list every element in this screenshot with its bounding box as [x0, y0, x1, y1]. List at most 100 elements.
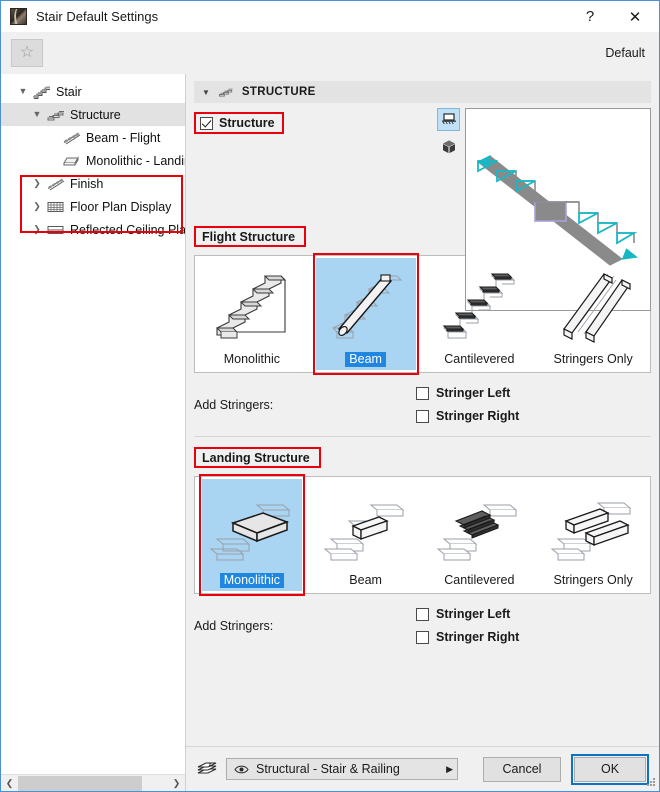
- option-label: Monolithic: [219, 573, 285, 588]
- favorites-bar: ☆ Default: [1, 32, 659, 74]
- landing-option-monolithic[interactable]: Monolithic: [195, 474, 309, 596]
- sidebar-item-label: Beam - Flight: [86, 130, 161, 145]
- monolithic-landing-icon: [207, 483, 297, 573]
- stair-default-settings-dialog: Stair Default Settings ? ✕ ☆ Default ▼ S…: [0, 0, 660, 792]
- structure-toggle-annotation: Structure: [194, 112, 284, 134]
- landing-stringer-right[interactable]: Stringer Right: [409, 630, 519, 644]
- structure-checkbox[interactable]: [200, 116, 213, 130]
- flight-option-stringers-only[interactable]: Stringers Only: [536, 256, 650, 372]
- preset-name-label: Default: [605, 46, 645, 60]
- sidebar-item-label: Stair: [56, 84, 82, 99]
- ok-button-focus-ring: OK: [571, 753, 649, 785]
- resize-grip[interactable]: [646, 778, 656, 788]
- flight-stringer-right-label: Stringer Right: [436, 409, 520, 423]
- landing-stringer-right-checkbox[interactable]: [416, 630, 429, 644]
- flight-add-stringers-row: Add Stringers: Stringer Left Stringer Ri…: [186, 386, 659, 423]
- flight-stringer-right-checkbox[interactable]: [416, 409, 429, 423]
- option-label: Beam: [345, 352, 386, 367]
- landing-stringer-left-label: Stringer Left: [436, 607, 511, 621]
- chevron-right-icon[interactable]: ▶: [446, 764, 453, 775]
- flight-stringer-right[interactable]: Stringer Right: [409, 409, 519, 423]
- ok-button[interactable]: OK: [574, 756, 646, 782]
- landing-stringer-left-checkbox[interactable]: [416, 607, 429, 621]
- 3d-view-button[interactable]: [437, 135, 460, 158]
- chevron-down-icon[interactable]: ▼: [29, 110, 45, 119]
- chevron-right-icon[interactable]: ❯: [29, 179, 45, 188]
- sidebar-item-finish[interactable]: ❯ Finish: [1, 172, 185, 195]
- floor-plan-display-icon: [45, 199, 67, 215]
- landing-option-stringers-only[interactable]: Stringers Only: [536, 477, 650, 593]
- stair-icon: [31, 84, 53, 100]
- flight-structure-options: Monolithic Beam Cantilevered Stringers O…: [194, 253, 651, 375]
- star-icon: ☆: [19, 44, 35, 61]
- beam-flight-icon: [61, 130, 83, 146]
- section-divider: [194, 436, 651, 437]
- stringers-only-landing-icon: [548, 483, 638, 573]
- scroll-right-icon[interactable]: ❯: [168, 778, 185, 789]
- sidebar-item-reflected-ceiling-plan[interactable]: ❯ Reflected Ceiling Plan: [1, 218, 185, 241]
- flight-stringer-options: Stringer Left Stringer Right: [409, 386, 519, 423]
- sidebar-item-beam-flight[interactable]: Beam - Flight: [1, 126, 185, 149]
- sidebar-item-label: Monolithic - Landin: [86, 153, 185, 168]
- landing-structure-title: Landing Structure: [194, 447, 321, 468]
- scrollbar-thumb[interactable]: [18, 775, 142, 791]
- cantilevered-flight-icon: [434, 262, 524, 352]
- 3d-cube-icon: [442, 140, 455, 153]
- eye-icon: [234, 764, 249, 775]
- dialog-footer: Structural - Stair & Railing ▶ Cancel OK: [186, 746, 659, 791]
- cancel-button[interactable]: Cancel: [483, 756, 561, 782]
- option-inner: Cantilevered: [429, 479, 529, 591]
- option-inner: Stringers Only: [543, 258, 643, 370]
- option-label: Stringers Only: [553, 352, 633, 366]
- sidebar-horizontal-scrollbar[interactable]: ❮ ❯: [1, 774, 185, 791]
- flight-stringer-left-label: Stringer Left: [436, 386, 511, 400]
- option-label: Stringers Only: [553, 573, 633, 587]
- sidebar-item-structure[interactable]: ▼ Structure: [1, 103, 185, 126]
- favorites-button[interactable]: ☆: [11, 39, 43, 67]
- flight-stringer-left[interactable]: Stringer Left: [409, 386, 519, 400]
- chevron-right-icon[interactable]: ❯: [29, 202, 45, 211]
- sidebar-item-label: Structure: [70, 107, 121, 122]
- scrollbar-track[interactable]: [18, 774, 168, 791]
- beam-landing-icon: [321, 483, 411, 573]
- preview-view-tools: [437, 108, 460, 162]
- chevron-down-icon[interactable]: ▼: [15, 87, 31, 96]
- landing-stringer-left[interactable]: Stringer Left: [409, 607, 519, 621]
- help-button[interactable]: ?: [568, 2, 612, 32]
- option-label: Cantilevered: [444, 573, 515, 587]
- flight-option-cantilevered[interactable]: Cantilevered: [423, 256, 537, 372]
- settings-content: ▼ STRUCTURE Structure Flight Structure M…: [186, 74, 659, 791]
- sidebar-item-floor-plan-display[interactable]: ❯ Floor Plan Display: [1, 195, 185, 218]
- flight-stringer-left-checkbox[interactable]: [416, 386, 429, 400]
- option-inner: Beam: [315, 258, 416, 370]
- layer-combobox[interactable]: Structural - Stair & Railing ▶: [226, 758, 458, 780]
- option-label: Cantilevered: [444, 352, 515, 366]
- structure-icon: [217, 85, 235, 99]
- finish-icon: [45, 176, 67, 192]
- layers-icon[interactable]: [192, 759, 222, 779]
- landing-add-stringers-row: Add Stringers: Stringer Left Stringer Ri…: [186, 607, 659, 644]
- flight-add-stringers-label: Add Stringers:: [194, 397, 274, 412]
- flight-structure-title: Flight Structure: [194, 226, 307, 247]
- sidebar-item-label: Finish: [70, 176, 104, 191]
- landing-structure-section: Landing Structure: [186, 447, 659, 468]
- option-inner: Stringers Only: [543, 479, 643, 591]
- flight-option-monolithic[interactable]: Monolithic: [195, 256, 309, 372]
- landing-option-beam[interactable]: Beam: [309, 477, 423, 593]
- option-inner: Monolithic: [201, 479, 302, 591]
- structure-checkbox-label: Structure: [219, 116, 275, 130]
- structure-panel-header[interactable]: ▼ STRUCTURE: [194, 81, 651, 103]
- chevron-right-icon[interactable]: ❯: [29, 225, 45, 234]
- section-view-button[interactable]: [437, 108, 460, 131]
- option-inner: Beam: [316, 479, 416, 591]
- sidebar-item-monolithic-landing[interactable]: Monolithic - Landin: [1, 149, 185, 172]
- chevron-down-icon[interactable]: ▼: [202, 88, 210, 97]
- sidebar-item-label: Floor Plan Display: [70, 199, 172, 214]
- flight-option-beam[interactable]: Beam: [309, 253, 423, 375]
- scroll-left-icon[interactable]: ❮: [1, 778, 18, 789]
- sidebar-item-stair[interactable]: ▼ Stair: [1, 80, 185, 103]
- close-button[interactable]: ✕: [612, 2, 658, 32]
- landing-option-cantilevered[interactable]: Cantilevered: [423, 477, 537, 593]
- app-icon: [10, 8, 27, 25]
- landing-stringer-right-label: Stringer Right: [436, 630, 520, 644]
